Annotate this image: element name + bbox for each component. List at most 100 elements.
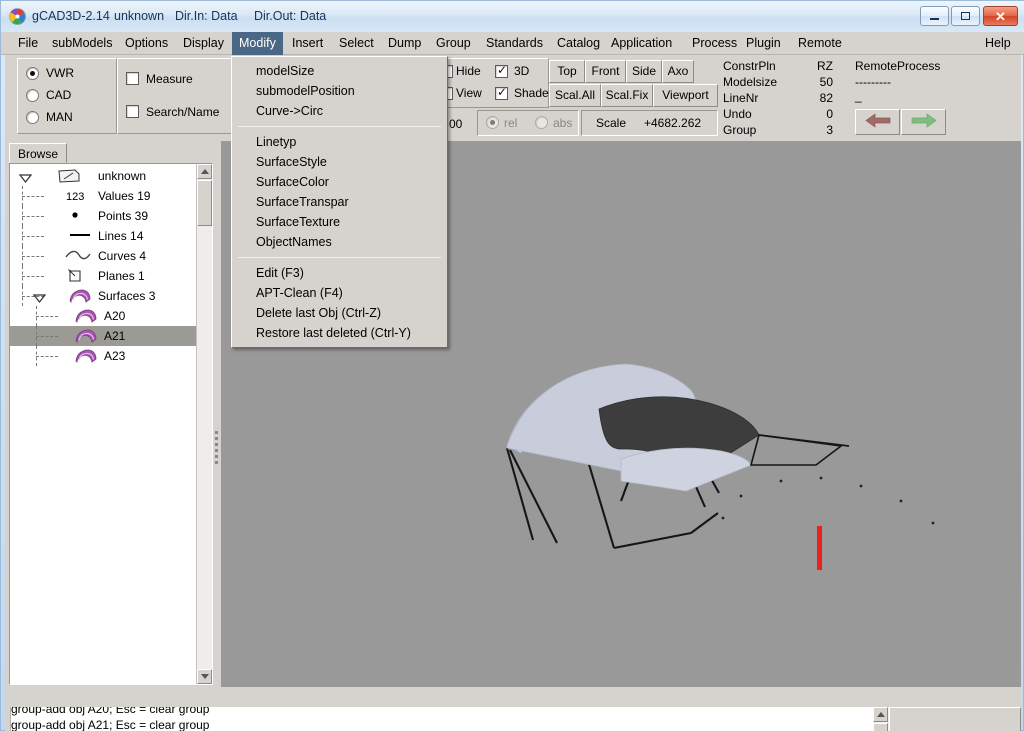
view-button-top[interactable]: Top: [549, 60, 585, 83]
menu-separator: [238, 126, 441, 127]
tree-item-a21[interactable]: A21: [10, 326, 196, 346]
menu-catalog[interactable]: Catalog: [550, 32, 607, 55]
log-scroll-up-button[interactable]: [873, 707, 888, 722]
menu-item-apt-clean-f4[interactable]: APT-Clean (F4): [232, 283, 447, 303]
checkbox-measure[interactable]: [126, 72, 139, 85]
tree-item-a20[interactable]: A20: [10, 306, 196, 326]
window-model-name: unknown: [114, 9, 165, 23]
tree-item-surfaces[interactable]: Surfaces 3: [10, 286, 196, 306]
tree-connector: [36, 316, 58, 317]
tree-item-lines[interactable]: Lines 14: [10, 226, 196, 246]
checkbox-search-name[interactable]: [126, 105, 139, 118]
tree-scroll-up-button[interactable]: [197, 164, 212, 179]
checkbox-search-name-label: Search/Name: [146, 105, 220, 119]
surface-icon: [74, 329, 98, 347]
radio-abs[interactable]: [535, 116, 548, 129]
tree-connector-vertical: [36, 306, 37, 326]
window-dir-out: Dir.Out: Data: [254, 9, 327, 23]
menu-modify[interactable]: Modify: [232, 32, 283, 55]
menu-item-surfacestyle[interactable]: SurfaceStyle: [232, 152, 447, 172]
model-surface-a23: [620, 447, 752, 492]
tree-item-values[interactable]: 123 Values 19: [10, 186, 196, 206]
tree-connector: [22, 256, 44, 257]
tree-item-label: unknown: [98, 169, 147, 183]
model-tree[interactable]: unknown 123 Values 19 Points 39 Lines 14 Curv…: [9, 163, 213, 685]
menu-item-surfacetexture[interactable]: SurfaceTexture: [232, 212, 447, 232]
log-text[interactable]: group-add obj A20; Esc = clear group grou…: [11, 707, 871, 731]
tree-expander-icon[interactable]: [18, 172, 33, 186]
menu-item-delete-last-obj-ctrl-z[interactable]: Delete last Obj (Ctrl-Z): [232, 303, 447, 323]
tree-connector-vertical: [22, 226, 23, 246]
menu-standards[interactable]: Standards: [479, 32, 550, 55]
modify-dropdown-menu[interactable]: modelSize submodelPosition Curve->Circ Line…: [231, 56, 448, 348]
menu-display[interactable]: Display: [176, 32, 231, 55]
menu-application[interactable]: Application: [604, 32, 679, 55]
menu-file[interactable]: File: [11, 32, 45, 55]
chevron-up-icon: [200, 169, 209, 174]
menu-group[interactable]: Group: [429, 32, 478, 55]
tree-item-label: Lines 14: [98, 229, 144, 243]
tree-scroll-down-button[interactable]: [197, 669, 212, 684]
radio-rel[interactable]: [486, 116, 499, 129]
menu-bar: File subModels Options Display Modify Insert S…: [1, 32, 1024, 55]
menu-insert[interactable]: Insert: [285, 32, 330, 55]
tree-scroll-thumb[interactable]: [197, 180, 212, 226]
menu-item-edit-f3[interactable]: Edit (F3): [232, 263, 447, 283]
view-button-side[interactable]: Side: [626, 60, 662, 83]
tree-item-points[interactable]: Points 39: [10, 206, 196, 226]
log-scroll-thumb[interactable]: [873, 723, 888, 731]
menu-item-restore-last-deleted-ctrl-y[interactable]: Restore last deleted (Ctrl-Y): [232, 323, 447, 343]
view-button-viewport[interactable]: Viewport: [653, 84, 718, 107]
menu-select[interactable]: Select: [332, 32, 381, 55]
back-button[interactable]: [855, 109, 900, 135]
view-button-scal-fix[interactable]: Scal.Fix: [601, 84, 653, 107]
menu-item-submodelposition[interactable]: submodelPosition: [232, 81, 447, 101]
tree-item-unknown[interactable]: unknown: [10, 166, 196, 186]
status-value-undo: 0: [826, 107, 833, 121]
menu-plugin[interactable]: Plugin: [739, 32, 788, 55]
menu-item-curve-circ[interactable]: Curve->Circ: [232, 101, 447, 121]
status-value-group: 3: [826, 123, 833, 137]
menu-dump[interactable]: Dump: [381, 32, 428, 55]
status-info-panel: ConstrPln RZ Modelsize 50 LineNr 82 Undo…: [715, 55, 1021, 141]
status-label-linenr: LineNr: [723, 91, 759, 105]
radio-man[interactable]: [26, 111, 39, 124]
main-body: VWR CAD MAN Measure Search/Name Hide 3D: [5, 55, 1021, 731]
tab-browse[interactable]: Browse: [9, 143, 68, 163]
menu-process[interactable]: Process: [685, 32, 744, 55]
close-button[interactable]: ✕: [983, 6, 1018, 26]
menu-item-modelsize[interactable]: modelSize: [232, 61, 447, 81]
menu-item-objectnames[interactable]: ObjectNames: [232, 232, 447, 252]
tree-item-a23[interactable]: A23: [10, 346, 196, 366]
tree-item-planes[interactable]: Planes 1: [10, 266, 196, 286]
minimize-button[interactable]: [920, 6, 949, 26]
tree-expander-icon[interactable]: [32, 292, 47, 306]
radio-vwr[interactable]: [26, 67, 39, 80]
radio-cad[interactable]: [26, 89, 39, 102]
log-scrollbar[interactable]: [873, 707, 889, 731]
tree-scrollbar[interactable]: [196, 164, 212, 684]
panel-splitter[interactable]: [213, 141, 221, 707]
view-button-axo[interactable]: Axo: [662, 60, 694, 83]
line-icon: [68, 229, 92, 243]
menu-submodels[interactable]: subModels: [45, 32, 119, 55]
menu-help[interactable]: Help: [978, 32, 1018, 55]
menu-remote[interactable]: Remote: [791, 32, 849, 55]
status-value-linenr: 82: [819, 91, 833, 105]
view-button-front[interactable]: Front: [585, 60, 626, 83]
tree-item-curves[interactable]: Curves 4: [10, 246, 196, 266]
tree-item-label: Points 39: [98, 209, 149, 223]
chevron-up-icon: [876, 712, 885, 717]
menu-item-linetyp[interactable]: Linetyp: [232, 132, 447, 152]
tree-connector: [36, 356, 58, 357]
maximize-button[interactable]: [951, 6, 980, 26]
menu-item-surfacetranspar[interactable]: SurfaceTranspar: [232, 192, 447, 212]
menu-options[interactable]: Options: [118, 32, 175, 55]
checkbox-3d[interactable]: [495, 63, 508, 78]
tree-horizontal-scroll-area[interactable]: [9, 685, 213, 703]
browse-tab-strip: Browse: [5, 141, 213, 163]
checkbox-shade[interactable]: [495, 85, 508, 100]
menu-item-surfacecolor[interactable]: SurfaceColor: [232, 172, 447, 192]
forward-button[interactable]: [901, 109, 946, 135]
view-button-scal-all[interactable]: Scal.All: [549, 84, 601, 107]
